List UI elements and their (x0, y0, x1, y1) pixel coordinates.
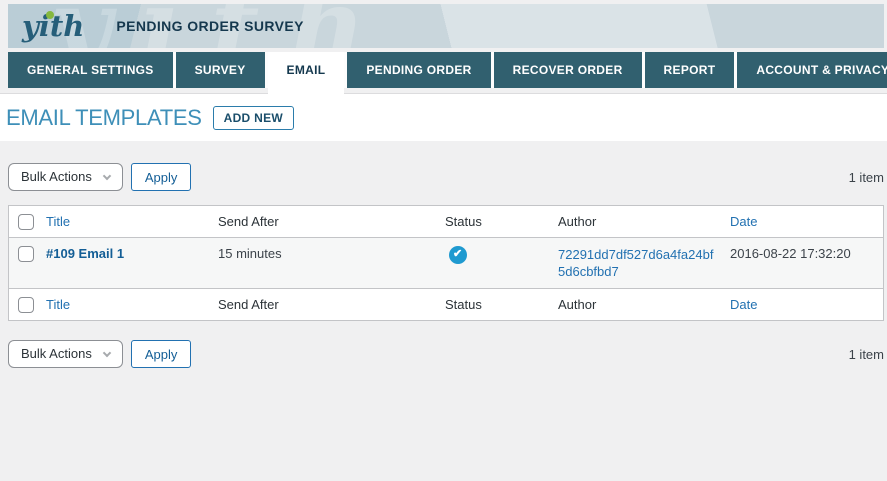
table-header-row: Title Send After Status Author Date (9, 206, 884, 238)
apply-button[interactable]: Apply (131, 163, 192, 191)
select-all-checkbox-bottom[interactable] (18, 297, 34, 313)
tab-report[interactable]: REPORT (642, 52, 735, 88)
tab-survey[interactable]: SURVEY (173, 52, 265, 88)
status-active-icon[interactable] (449, 246, 467, 264)
chevron-down-icon (103, 172, 111, 180)
bulk-actions-group-bottom: Bulk Actions Apply (8, 340, 191, 368)
logo-green-dot-icon (46, 11, 54, 19)
column-title-sort[interactable]: Title (46, 214, 70, 229)
chevron-down-icon (103, 349, 111, 357)
column-status: Status (445, 214, 482, 229)
column-send-after: Send After (218, 214, 279, 229)
column-date-sort[interactable]: Date (730, 214, 757, 229)
row-send-after: 15 minutes (218, 246, 282, 261)
list-table-wrap: Bulk Actions Apply 1 item Title Send Aft… (8, 162, 884, 369)
page-title: EMAIL TEMPLATES (6, 104, 202, 131)
table-footer-row: Title Send After Status Author Date (9, 289, 884, 321)
yith-logo: yith (22, 6, 84, 46)
bulk-actions-group: Bulk Actions Apply (8, 163, 191, 191)
bulk-actions-label: Bulk Actions (21, 169, 92, 184)
tab-account-privacy[interactable]: ACCOUNT & PRIVACY (734, 52, 887, 88)
apply-button-bottom[interactable]: Apply (131, 340, 192, 368)
plugin-header-banner: yith yith PENDING ORDER SURVEY (8, 4, 884, 48)
tab-email[interactable]: EMAIL (265, 52, 345, 88)
bulk-actions-select-bottom[interactable]: Bulk Actions (8, 340, 123, 368)
row-checkbox[interactable] (18, 246, 34, 262)
tablenav-top: Bulk Actions Apply 1 item (8, 162, 884, 192)
column-date-sort-bottom[interactable]: Date (730, 297, 757, 312)
column-author-bottom: Author (558, 297, 596, 312)
tab-pending-order[interactable]: PENDING ORDER (344, 52, 490, 88)
select-all-checkbox[interactable] (18, 214, 34, 230)
column-author: Author (558, 214, 596, 229)
tab-general-settings[interactable]: GENERAL SETTINGS (8, 52, 173, 88)
tab-recover-order[interactable]: RECOVER ORDER (491, 52, 642, 88)
column-title-sort-bottom[interactable]: Title (46, 297, 70, 312)
tablenav-bottom: Bulk Actions Apply 1 item (8, 339, 884, 369)
add-new-button[interactable]: ADD NEW (213, 106, 294, 130)
row-author-link[interactable]: 72291dd7df527d6a4fa24bf5d6cbfbd7 (558, 246, 718, 280)
column-status-bottom: Status (445, 297, 482, 312)
bulk-actions-label-bottom: Bulk Actions (21, 346, 92, 361)
bulk-actions-select[interactable]: Bulk Actions (8, 163, 123, 191)
plugin-admin-page: yith yith PENDING ORDER SURVEY GENERAL S… (0, 4, 887, 369)
column-send-after-bottom: Send After (218, 297, 279, 312)
item-count: 1 item (849, 170, 884, 185)
settings-tabs: GENERAL SETTINGS SURVEY EMAIL PENDING OR… (8, 52, 887, 88)
row-date: 2016-08-22 17:32:20 (730, 246, 851, 261)
email-templates-table: Title Send After Status Author Date #109… (8, 205, 884, 321)
page-title-band: EMAIL TEMPLATES ADD NEW (0, 93, 887, 141)
plugin-title: PENDING ORDER SURVEY (116, 18, 303, 34)
item-count-bottom: 1 item (849, 347, 884, 362)
row-title-link[interactable]: #109 Email 1 (46, 246, 124, 261)
table-row: #109 Email 1 15 minutes 72291dd7df527d6a… (9, 238, 884, 289)
